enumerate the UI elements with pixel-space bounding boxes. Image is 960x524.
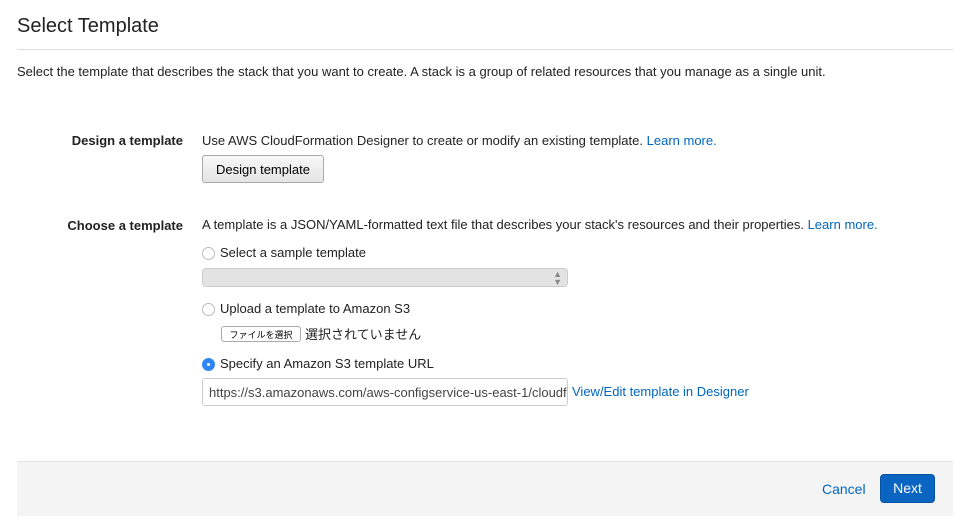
page-title: Select Template xyxy=(17,15,159,37)
radio-url-label: Specify an Amazon S3 template URL xyxy=(220,356,434,371)
page-description: Select the template that describes the s… xyxy=(17,64,826,79)
radio-upload-label: Upload a template to Amazon S3 xyxy=(220,301,411,316)
design-text: Use AWS CloudFormation Designer to creat… xyxy=(202,133,643,148)
cancel-button[interactable]: Cancel xyxy=(822,481,866,497)
design-learn-more-link[interactable]: Learn more. xyxy=(647,133,717,148)
radio-upload-s3[interactable] xyxy=(202,303,215,316)
sample-template-select[interactable]: ▲ ▼ xyxy=(202,268,568,287)
choose-learn-more-link[interactable]: Learn more. xyxy=(808,217,878,232)
next-button[interactable]: Next xyxy=(880,474,935,503)
select-arrows-icon: ▲ ▼ xyxy=(553,269,562,287)
choose-template-text: A template is a JSON/YAML-formatted text… xyxy=(202,217,878,232)
radio-sample-label: Select a sample template xyxy=(220,245,366,260)
view-edit-designer-link[interactable]: View/Edit template in Designer xyxy=(572,384,749,399)
choose-text: A template is a JSON/YAML-formatted text… xyxy=(202,217,804,232)
choose-file-button[interactable]: ファイルを選択 xyxy=(221,326,301,342)
design-template-button[interactable]: Design template xyxy=(202,155,324,183)
radio-sample-template[interactable] xyxy=(202,247,215,260)
file-status: 選択されていません xyxy=(305,327,422,342)
radio-specify-url[interactable] xyxy=(202,358,215,371)
footer-bar xyxy=(17,461,953,516)
divider xyxy=(17,49,953,50)
design-template-label: Design a template xyxy=(71,133,183,148)
template-url-input[interactable]: https://s3.amazonaws.com/aws-configservi… xyxy=(202,378,568,406)
design-template-text: Use AWS CloudFormation Designer to creat… xyxy=(202,133,717,148)
choose-template-label: Choose a template xyxy=(67,218,183,233)
